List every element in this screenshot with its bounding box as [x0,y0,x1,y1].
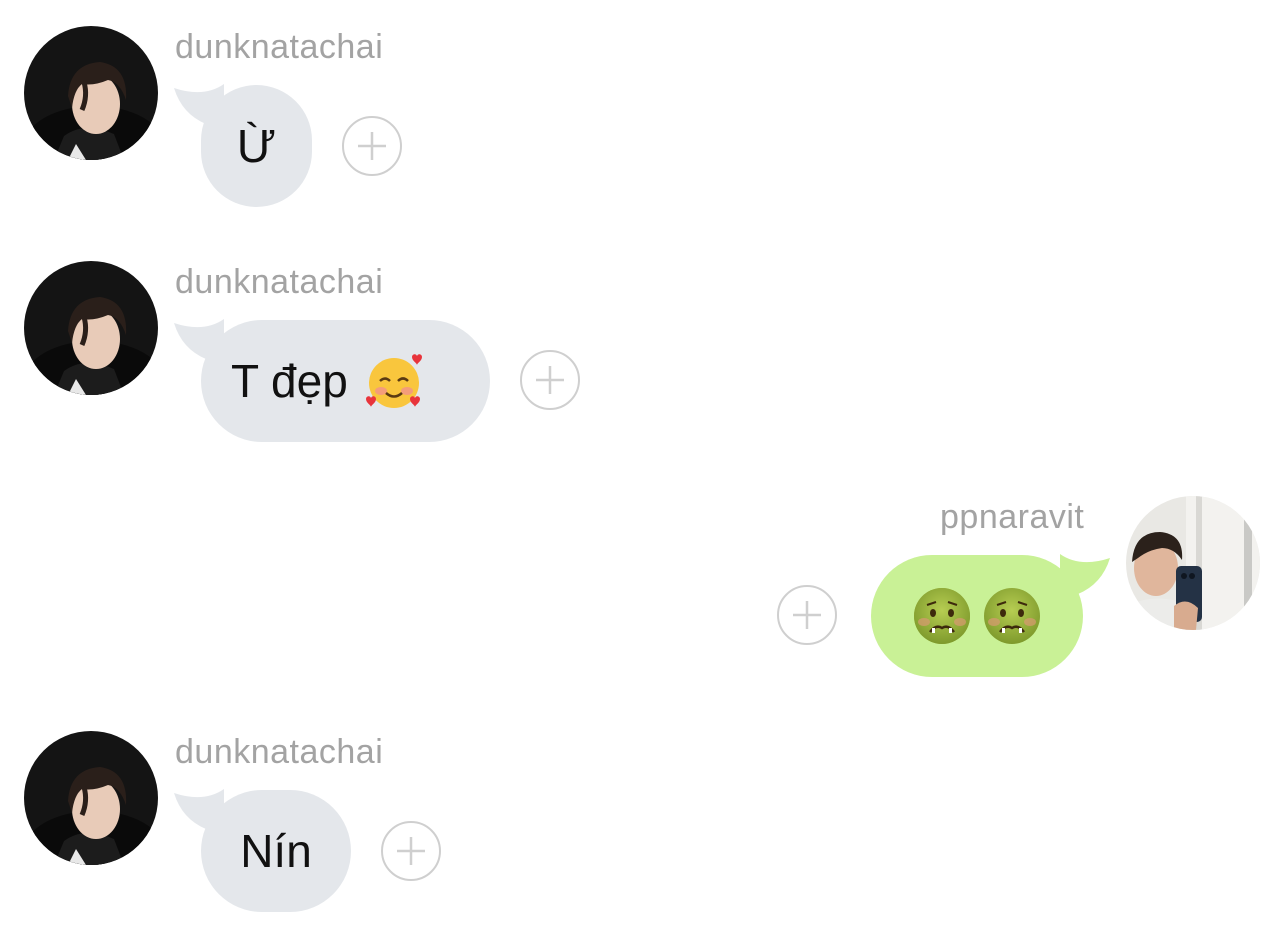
add-reaction-button[interactable] [381,821,441,881]
message-text: Ừ [236,120,277,172]
message-bubble[interactable]: Nín [201,790,351,912]
nauseated-face-icon [914,588,970,644]
nauseated-face-icon [984,588,1040,644]
plus-circle-icon [397,837,425,865]
avatar-ppnaravit[interactable] [1126,496,1260,630]
smiling-face-with-hearts-icon [365,354,422,408]
avatar-dunknatachai[interactable] [24,731,158,865]
avatar-dunknatachai[interactable] [24,261,158,395]
message-bubble[interactable]: Ừ [201,85,312,207]
add-reaction-button[interactable] [520,350,580,410]
add-reaction-button[interactable] [777,585,837,645]
message-text: T đẹp [231,355,348,407]
message-text: Nín [240,825,312,877]
chat-thread: dunknatachai Ừ dunknatachai T đẹp ppnara… [0,0,1284,952]
sender-username: dunknatachai [175,733,384,771]
sender-username: ppnaravit [940,498,1085,536]
sender-username: dunknatachai [175,263,384,301]
sender-username: dunknatachai [175,28,384,66]
message-bubble[interactable] [871,555,1083,677]
plus-circle-icon [793,601,821,629]
message-bubble[interactable]: T đẹp [201,320,490,442]
avatar-dunknatachai[interactable] [24,26,158,160]
add-reaction-button[interactable] [342,116,402,176]
plus-circle-icon [358,132,386,160]
plus-circle-icon [536,366,564,394]
